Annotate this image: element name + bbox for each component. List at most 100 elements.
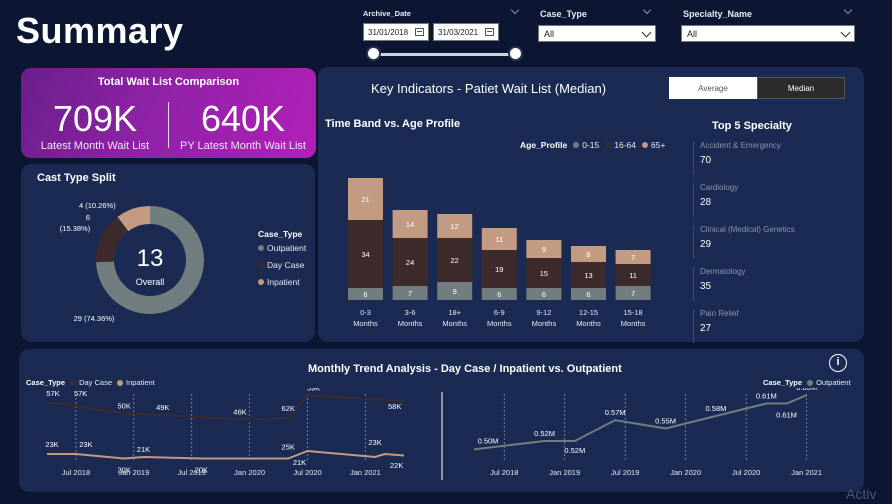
trend-data-label: 20K — [118, 466, 131, 475]
specialty-value: 29 — [700, 239, 712, 250]
x-tick-label: Months — [487, 319, 512, 328]
x-tick-label: Jul 2018 — [62, 468, 90, 477]
bar-data-label: 34 — [361, 250, 369, 259]
x-tick-label: 6-9 — [494, 308, 505, 317]
trend-data-label: 49K — [156, 403, 169, 412]
trend-data-label: 23K — [45, 440, 58, 449]
bar-data-label: 19 — [495, 265, 503, 274]
x-tick-label: Months — [353, 319, 378, 328]
trend-data-label: 58K — [388, 402, 401, 411]
x-tick-label: Jan 2021 — [791, 468, 822, 477]
specialty-value: 27 — [700, 323, 712, 334]
case-type-legend-title: Case_Type — [258, 229, 303, 239]
latest-wait-list-label: Latest Month Wait List — [40, 140, 150, 152]
calendar-icon[interactable] — [415, 28, 424, 36]
age-profile-legend-title: Age_Profile — [520, 140, 568, 150]
date-slider-end-handle[interactable] — [508, 46, 523, 61]
legend-item-16-64[interactable]: 16-64 — [605, 140, 636, 150]
specialty-dropdown[interactable]: All — [681, 25, 855, 42]
specialty-name: Pain Relief — [700, 309, 739, 318]
start-date-input[interactable]: 31/01/2018 — [363, 23, 429, 41]
bar-data-label: 11 — [495, 235, 503, 244]
specialty-item[interactable]: Clinical (Medical) Genetics 29 — [693, 225, 795, 259]
specialty-name: Accident & Emergency — [700, 141, 781, 150]
date-slider-start-handle[interactable] — [366, 46, 381, 61]
case-type-dropdown-value: All — [544, 28, 555, 39]
chevron-down-icon — [840, 27, 851, 37]
specialty-item[interactable]: Cardiology 28 — [693, 183, 795, 217]
trend-right-group: Jul 2018 Jan 2019 Jul 2019 Jan 2020 Jul 2020… — [473, 388, 822, 477]
bar-data-label: 11 — [629, 271, 637, 280]
chevron-down-icon — [641, 27, 652, 37]
legend-item-outpatient[interactable]: Outpatient — [807, 378, 851, 387]
x-tick-label: Months — [532, 319, 557, 328]
legend-label: Inpatient — [267, 277, 300, 287]
specialty-item[interactable]: Pain Relief 27 — [693, 309, 795, 343]
bar-data-label: 14 — [406, 220, 414, 229]
calendar-icon[interactable] — [485, 28, 494, 36]
archive-date-label: Archive_Date — [363, 9, 411, 18]
trend-line-inpatient[interactable] — [47, 449, 405, 460]
specialty-value: 70 — [700, 155, 712, 166]
trend-left-group: Jul 2018 Jan 2019 Jul 2019 Jan 2020 Jul 2020… — [45, 388, 405, 477]
date-slider-track[interactable] — [372, 53, 517, 56]
time-band-title: Time Band vs. Age Profile — [325, 118, 461, 130]
legend-item-inpatient[interactable]: Inpatient — [117, 378, 155, 387]
legend-dot — [573, 142, 580, 148]
trend-data-label: 23K — [79, 440, 92, 449]
specialty-item[interactable]: Accident & Emergency 70 — [693, 141, 795, 175]
specialty-name: Dermatology — [700, 267, 746, 276]
legend-item-inpatient[interactable]: Inpatient — [258, 277, 306, 287]
time-band-bar-chart: 6 34 21 0-3 Months 7 24 14 3-6 Months 9 22 12 18+ Mont… — [348, 178, 651, 328]
bar-data-label: 6 — [542, 290, 546, 299]
legend-item-outpatient[interactable]: Outpatient — [258, 243, 306, 253]
bar-data-label: 9 — [542, 245, 546, 254]
legend-item-0-15[interactable]: 0-15 — [573, 140, 599, 150]
case-type-filter-chevron-icon[interactable] — [642, 5, 652, 15]
end-date-input[interactable]: 31/03/2021 — [433, 23, 499, 41]
toggle-median-button[interactable]: Median — [757, 77, 845, 99]
trend-data-label: 0.61M — [756, 392, 777, 401]
x-tick-label: Jan 2019 — [549, 468, 580, 477]
trend-data-label: 0.52M — [564, 446, 585, 455]
x-tick-label: 18+ — [448, 308, 461, 317]
legend-label: Day Case — [267, 260, 305, 270]
case-type-dropdown[interactable]: All — [538, 25, 656, 42]
trend-line-outpatient[interactable] — [473, 394, 808, 451]
trend-line-day-case[interactable] — [47, 394, 405, 421]
bar-data-label: 7 — [408, 289, 412, 298]
donut-label-inpatient: 4 (10.26%) — [79, 201, 116, 210]
donut-label-daycase-pct: (15.38%) — [60, 224, 91, 233]
legend-dot — [605, 142, 612, 148]
case-type-split-title: Cast Type Split — [37, 172, 116, 184]
trend-data-label: 0.50M — [478, 436, 499, 445]
trend-right-legend-title: Case_Type — [763, 378, 803, 387]
case-type-legend: Case_Type Outpatient Day Case Inpatient — [258, 229, 306, 287]
trend-data-label: 22K — [390, 461, 403, 470]
x-tick-label: 0-3 — [360, 308, 371, 317]
legend-item-65-plus[interactable]: 65+ — [642, 140, 665, 150]
bar-data-label: 24 — [406, 258, 414, 267]
bar-data-label: 7 — [631, 253, 635, 262]
bar-data-label: 21 — [361, 195, 369, 204]
x-tick-label: 9-12 — [536, 308, 551, 317]
toggle-average-button[interactable]: Average — [669, 77, 757, 99]
archive-date-chevron-icon[interactable] — [510, 5, 520, 15]
bar-data-label: 7 — [631, 289, 635, 298]
legend-item-daycase[interactable]: Day Case — [258, 260, 306, 270]
specialty-item[interactable]: Dermatology 35 — [693, 267, 795, 301]
legend-item-daycase[interactable]: Day Case — [70, 378, 112, 387]
trend-data-label: 0.57M — [605, 408, 626, 417]
x-tick-label: Jan 2020 — [234, 468, 265, 477]
specialty-filter-label: Specialty_Name — [683, 9, 753, 19]
legend-dot — [258, 262, 264, 268]
legend-label: 65+ — [651, 140, 666, 150]
info-icon[interactable]: i — [829, 354, 847, 372]
case-type-donut-chart: 13 Overall 4 (10.26%) 6 (15.38%) 29 (74.… — [60, 201, 204, 323]
page-title: Summary — [16, 10, 184, 51]
x-tick-label: Months — [621, 319, 646, 328]
trend-data-label: 0.52M — [534, 429, 555, 438]
donut-center-label: Overall — [136, 277, 165, 287]
specialty-filter-chevron-icon[interactable] — [843, 5, 853, 15]
legend-dot — [258, 245, 264, 251]
